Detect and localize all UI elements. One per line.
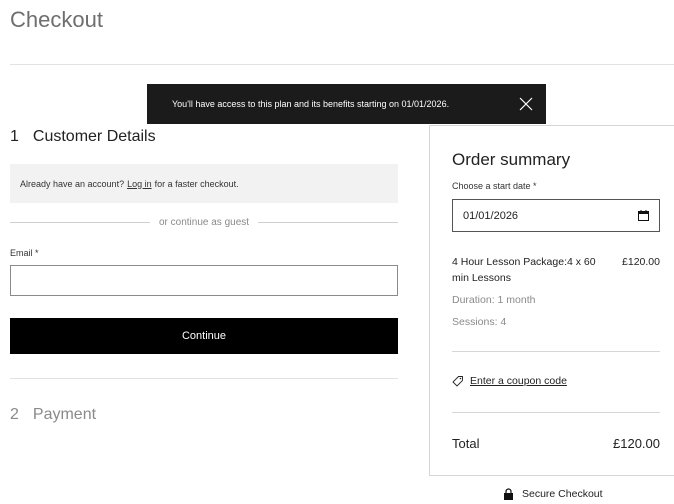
- section-number: 1: [10, 128, 19, 145]
- calendar-icon[interactable]: [638, 210, 649, 221]
- section-divider: [10, 378, 398, 379]
- payment-heading: 2 Payment: [10, 406, 96, 424]
- section-title: Customer Details: [32, 128, 156, 145]
- email-label: Email *: [10, 248, 39, 258]
- order-line-item: 4 Hour Lesson Package:4 x 60 min Lessons…: [452, 254, 660, 286]
- secure-checkout-badge: Secure Checkout: [503, 488, 603, 500]
- divider-line: [10, 222, 150, 223]
- section-title: Payment: [32, 406, 97, 423]
- total-value: £120.00: [613, 436, 660, 451]
- total-label: Total: [452, 436, 480, 451]
- close-icon[interactable]: [519, 97, 533, 111]
- section-number: 2: [10, 406, 19, 423]
- item-duration: Duration: 1 month: [452, 294, 536, 306]
- item-sessions: Sessions: 4: [452, 316, 507, 328]
- page-title: Checkout: [10, 7, 103, 32]
- order-summary-title: Order summary: [452, 150, 571, 169]
- access-toast: You'll have access to this plan and its …: [147, 84, 546, 124]
- tag-icon: [452, 375, 464, 387]
- coupon-link[interactable]: Enter a coupon code: [452, 375, 567, 387]
- divider-line: [258, 222, 398, 223]
- summary-divider: [452, 412, 660, 413]
- secure-checkout-label: Secure Checkout: [522, 488, 603, 500]
- order-summary-panel: Order summary Choose a start date * 01/0…: [429, 125, 674, 476]
- login-prompt: Already have an account? Log in for a fa…: [10, 164, 398, 203]
- summary-divider: [452, 351, 660, 352]
- coupon-label[interactable]: Enter a coupon code: [470, 375, 567, 387]
- login-link[interactable]: Log in: [127, 179, 152, 189]
- item-price: £120.00: [622, 256, 660, 268]
- login-prompt-text: Already have an account?: [20, 178, 125, 189]
- start-date-label: Choose a start date *: [452, 181, 537, 191]
- header-divider: [10, 64, 674, 65]
- continue-button[interactable]: Continue: [10, 318, 398, 354]
- login-prompt-suffix: for a faster checkout.: [154, 178, 239, 189]
- start-date-picker[interactable]: 01/01/2026: [452, 199, 660, 232]
- lock-icon: [503, 488, 514, 500]
- guest-divider: or continue as guest: [10, 217, 398, 228]
- guest-divider-label: or continue as guest: [158, 217, 250, 228]
- email-field[interactable]: [10, 265, 398, 296]
- start-date-value: 01/01/2026: [463, 209, 519, 222]
- customer-details-heading: 1 Customer Details: [10, 128, 156, 146]
- toast-message: You'll have access to this plan and its …: [172, 99, 450, 109]
- item-name: 4 Hour Lesson Package:4 x 60 min Lessons: [452, 256, 596, 284]
- checkout-page: Checkout You'll have access to this plan…: [0, 0, 674, 504]
